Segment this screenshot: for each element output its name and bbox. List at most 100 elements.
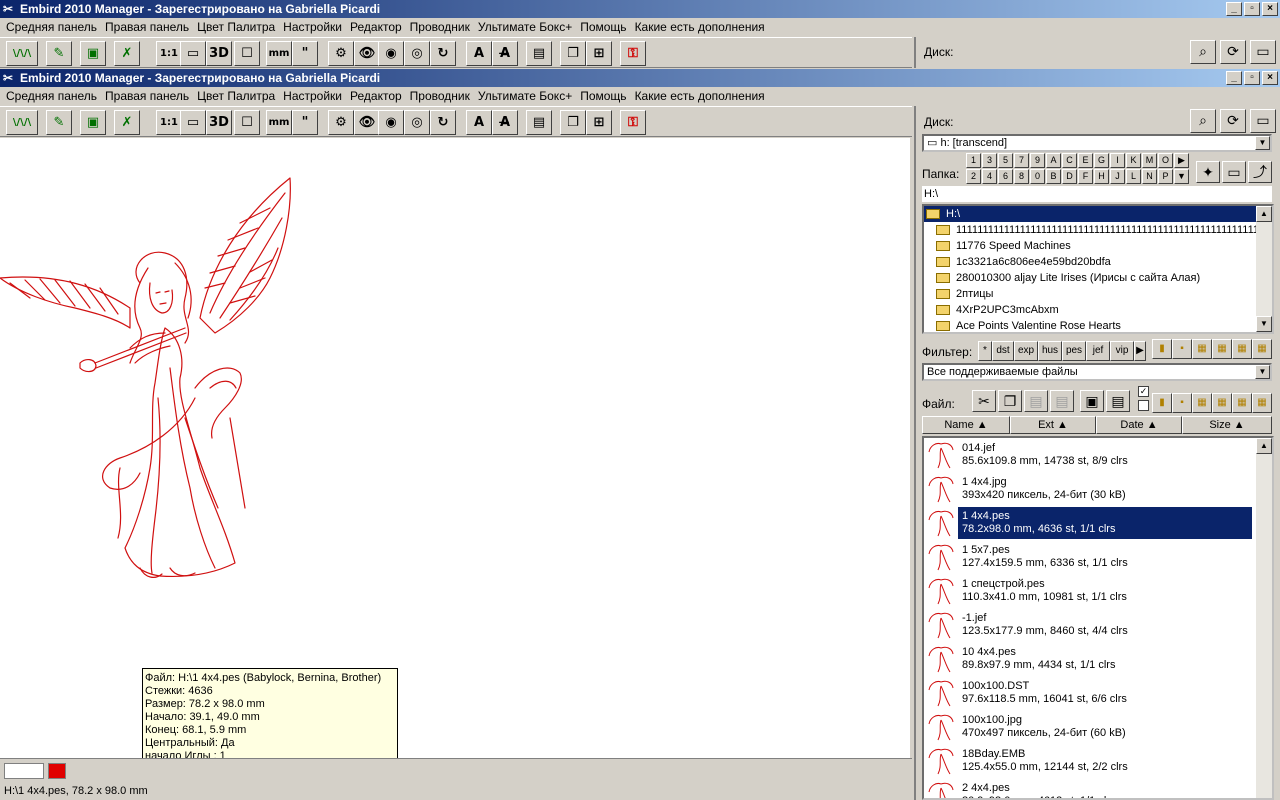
folder-key-▼[interactable]: ▼ [1174,169,1189,184]
folder-key-I[interactable]: I [1110,153,1125,168]
folder-key-6[interactable]: 6 [998,169,1013,184]
folder-item[interactable]: 1c3321a6c806ee4e59bd20bdfa [924,254,1272,270]
folder-key-D[interactable]: D [1062,169,1077,184]
column-header-0[interactable]: Name ▲ [922,416,1010,434]
key-icon[interactable]: ⚿ [620,41,646,66]
view-icon-7[interactable]: ▮ [1152,393,1172,413]
minimize-button[interactable]: _ [1226,71,1242,85]
scale-1-1-icon[interactable]: 1:1 [156,110,182,135]
folder-item[interactable]: 1111111111111111111111111111111111111111… [924,222,1272,238]
folder-item[interactable]: 4XrP2UPC3mcAbxm [924,302,1272,318]
folder-item[interactable]: Ace Points Valentine Rose Hearts [924,318,1272,332]
hoop-icon[interactable]: ☐ [234,41,260,66]
file-row[interactable]: 1 4x4.jpg 393x420 пиксель, 24-бит (30 kB) [924,472,1272,506]
folder-key-L[interactable]: L [1126,169,1141,184]
view-icon-1[interactable]: ▮ [1152,339,1172,359]
file-row[interactable]: 10 4x4.pes 89.8x97.9 mm, 4434 st, 1/1 clr… [924,642,1272,676]
camera-icon[interactable]: ▣ [80,41,106,66]
new-folder-icon[interactable]: ✦ [1196,161,1220,183]
folder-key-A[interactable]: A [1046,153,1061,168]
folder-key-H[interactable]: H [1094,169,1109,184]
menu-item-2[interactable]: Цвет Палитра [193,18,279,37]
chevron-down-icon[interactable]: ▼ [1255,365,1270,379]
magic-wand-icon[interactable]: ✎ [46,41,72,66]
file-row[interactable]: 2 4x4.pes80.9x98.0 mm, 4613 st, 1/1 clrs [924,778,1272,798]
view-icon-3[interactable]: ▦ [1192,339,1212,359]
eye-dots-icon[interactable]: ◎ [404,110,430,135]
menu-item-7[interactable]: Помощь [576,18,630,37]
search-icon-bg[interactable]: ⌕ [1190,40,1216,64]
refresh-icon-bg[interactable]: ⟳ [1220,40,1246,64]
filter-all[interactable]: * [978,341,992,361]
checkbox-checked[interactable]: ✓ [1138,386,1149,397]
menu-item-4[interactable]: Редактор [346,87,406,106]
refresh-icon[interactable]: ⟳ [1220,109,1246,133]
menu-item-0[interactable]: Средняя панель [2,18,101,37]
hoop-icon[interactable]: ☐ [234,110,260,135]
folder-up-icon[interactable]: ⤴ [1248,161,1272,183]
disk-select[interactable]: ▭ h: [transcend] ▼ [922,134,1272,152]
font-edit-icon[interactable]: A̶ [492,110,518,135]
minimize-button[interactable]: _ [1226,2,1242,16]
copy-icon[interactable]: ❐ [560,41,586,66]
stitch-zigzag-icon[interactable]: \/\/\ [6,110,38,135]
folder-key-C[interactable]: C [1062,153,1077,168]
monitor-icon[interactable]: ▭ [180,110,206,135]
view-icon-5[interactable]: ▦ [1232,339,1252,359]
font-a-icon[interactable]: A [466,110,492,135]
view-3d-icon[interactable]: 3D [206,41,232,66]
view-icon-6[interactable]: ▦ [1252,339,1272,359]
folder-key-▶[interactable]: ▶ [1174,153,1189,168]
file-row[interactable]: 100x100.DST 97.6x118.5 mm, 16041 st, 6/6 … [924,676,1272,710]
maximize-button[interactable]: ▫ [1244,71,1260,85]
close-button[interactable]: × [1262,2,1278,16]
export-icon[interactable]: ▤ [1106,390,1130,412]
column-header-1[interactable]: Ext ▲ [1010,416,1096,434]
folder-key-8[interactable]: 8 [1014,169,1029,184]
eye-line-icon[interactable]: ◉ [378,41,404,66]
background-color-swatch[interactable] [4,763,44,779]
machine-icon[interactable]: ⚙ [328,41,354,66]
filter-vip[interactable]: vip [1110,341,1134,361]
filter-pes[interactable]: pes [1062,341,1086,361]
tree-icon[interactable]: ⊞ [586,41,612,66]
scroll-up-icon[interactable]: ▲ [1256,438,1272,454]
menu-item-1[interactable]: Правая панель [101,87,193,106]
menu-item-2[interactable]: Цвет Палитра [193,87,279,106]
folder-key-0[interactable]: 0 [1030,169,1045,184]
ruler-mm-icon[interactable]: mm [266,110,292,135]
folder-key-3[interactable]: 3 [982,153,997,168]
filter-next[interactable]: ▶ [1134,341,1146,361]
needle-eye-icon[interactable]: 👁 [354,110,380,135]
filter-hus[interactable]: hus [1038,341,1062,361]
panel-toggle-icon[interactable]: ▭ [1250,109,1276,133]
menu-item-7[interactable]: Помощь [576,87,630,106]
folder-key-B[interactable]: B [1046,169,1061,184]
folder-key-9[interactable]: 9 [1030,153,1045,168]
file-row[interactable]: 100x100.jpg 470x497 пиксель, 24-бит (60 k… [924,710,1272,744]
magic-wand-icon[interactable]: ✎ [46,110,72,135]
folder-key-K[interactable]: K [1126,153,1141,168]
eye-dots-icon[interactable]: ◎ [404,41,430,66]
view-icon-10[interactable]: ▦ [1212,393,1232,413]
folder-key-E[interactable]: E [1078,153,1093,168]
font-edit-icon[interactable]: A̶ [492,41,518,66]
file-list[interactable]: 014.jef 85.6x109.8 mm, 14738 st, 8/9 clrs… [922,436,1274,800]
menu-item-1[interactable]: Правая панель [101,18,193,37]
tree-icon[interactable]: ⊞ [586,110,612,135]
chevron-down-icon[interactable]: ▼ [1255,136,1270,150]
menu-item-5[interactable]: Проводник [406,18,474,37]
folder-key-4[interactable]: 4 [982,169,997,184]
file-row[interactable]: -1.jef 123.5x177.9 mm, 8460 st, 4/4 clrs [924,608,1272,642]
menu-item-5[interactable]: Проводник [406,87,474,106]
save-icon[interactable]: ▣ [1080,390,1104,412]
copy-icon[interactable]: ❐ [998,390,1022,412]
filter-dst[interactable]: dst [992,341,1014,361]
search-icon[interactable]: ⌕ [1190,109,1216,133]
rotate-icon[interactable]: ↻ [430,110,456,135]
design-canvas[interactable] [0,138,910,758]
monitor-icon[interactable]: ▭ [180,41,206,66]
machine-icon[interactable]: ⚙ [328,110,354,135]
filter-exp[interactable]: exp [1014,341,1038,361]
ruler-inch-icon[interactable]: " [292,110,318,135]
